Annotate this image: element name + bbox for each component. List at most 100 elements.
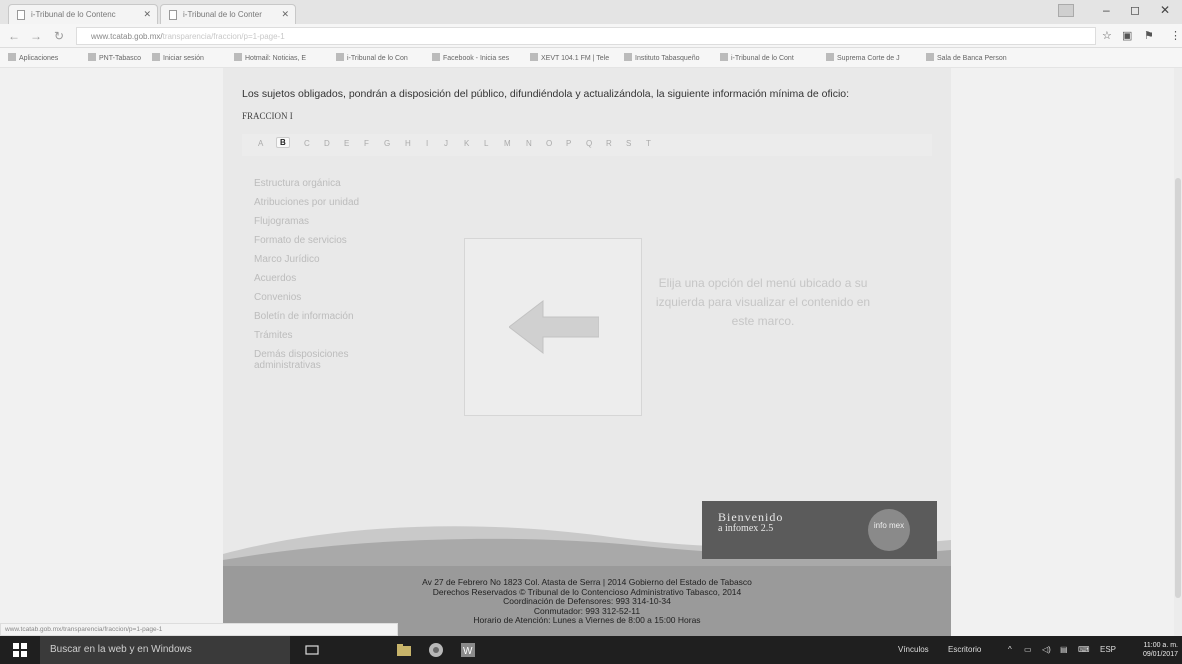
page-icon bbox=[720, 53, 728, 61]
apps-icon bbox=[8, 53, 16, 61]
notification-icon[interactable]: ▤ bbox=[1060, 645, 1068, 654]
scrollbar-thumb[interactable] bbox=[1175, 178, 1181, 598]
browser-tab-2[interactable]: i-Tribunal de lo Conter ✕ bbox=[160, 4, 296, 24]
arrow-left-icon bbox=[509, 299, 599, 355]
chrome-icon[interactable] bbox=[428, 642, 444, 658]
bookmark[interactable]: Sala de Banca Person bbox=[926, 53, 1007, 62]
infomex-banner[interactable]: Bienvenido a infomex 2.5 info mex bbox=[702, 501, 937, 559]
links-toolbar[interactable]: Vínculos bbox=[898, 645, 929, 654]
letter-link-n[interactable]: N bbox=[526, 139, 532, 148]
page-scrollbar[interactable] bbox=[1174, 68, 1182, 636]
browser-tab-1[interactable]: i-Tribunal de lo Contenc ✕ bbox=[8, 4, 158, 24]
bookmark[interactable]: Iniciar sesión bbox=[152, 53, 204, 62]
letter-link-q[interactable]: Q bbox=[586, 139, 592, 148]
reload-icon[interactable]: ↻ bbox=[54, 29, 64, 43]
menu-item-estructura[interactable]: Estructura orgánica bbox=[254, 174, 384, 193]
letter-link-i[interactable]: I bbox=[426, 139, 428, 148]
letter-link-t[interactable]: T bbox=[646, 139, 651, 148]
letter-link-m[interactable]: M bbox=[504, 139, 511, 148]
svg-text:W: W bbox=[463, 646, 473, 657]
page-content: Los sujetos obligados, pondrán a disposi… bbox=[0, 68, 1182, 636]
close-window-icon[interactable]: ✕ bbox=[1160, 3, 1170, 17]
letter-link-s[interactable]: S bbox=[626, 139, 631, 148]
letter-link-l[interactable]: L bbox=[484, 139, 488, 148]
close-icon[interactable]: ✕ bbox=[281, 9, 289, 20]
forward-icon[interactable]: → bbox=[30, 29, 42, 43]
menu-item-flujogramas[interactable]: Flujogramas bbox=[254, 212, 384, 231]
user-profile-icon[interactable] bbox=[1058, 4, 1074, 17]
windows-icon bbox=[152, 53, 160, 61]
scales-icon bbox=[826, 53, 834, 61]
close-icon[interactable]: ✕ bbox=[143, 9, 151, 20]
word-icon[interactable]: W bbox=[460, 642, 476, 658]
desktop-toolbar[interactable]: Escritorio bbox=[948, 645, 981, 654]
radio-icon bbox=[530, 53, 538, 61]
letter-link-k[interactable]: K bbox=[464, 139, 469, 148]
bookmark[interactable]: Instituto Tabasqueño bbox=[624, 53, 699, 62]
menu-item-atribuciones[interactable]: Atribuciones por unidad bbox=[254, 193, 384, 212]
menu-icon[interactable]: ⋮ bbox=[1170, 29, 1181, 42]
bookmark[interactable]: Suprema Corte de J bbox=[826, 53, 900, 62]
back-icon[interactable]: ← bbox=[8, 29, 20, 43]
menu-item-boletin[interactable]: Boletín de información bbox=[254, 307, 384, 326]
bookmark[interactable]: XEVT 104.1 FM | Tele bbox=[530, 53, 609, 62]
infomex-logo: info mex bbox=[868, 509, 910, 551]
network-icon[interactable]: ▭ bbox=[1024, 645, 1032, 654]
url-input[interactable]: www.tcatab.gob.mx/transparencia/fraccion… bbox=[76, 27, 1096, 45]
windows-taskbar: Buscar en la web y en Windows W Vínculos… bbox=[0, 636, 1182, 664]
menu-item-convenios[interactable]: Convenios bbox=[254, 288, 384, 307]
banner-line-2: a infomex 2.5 bbox=[718, 523, 774, 534]
institute-icon bbox=[624, 53, 632, 61]
section-menu: Estructura orgánica Atribuciones por uni… bbox=[254, 174, 384, 371]
minimize-icon[interactable]: – bbox=[1103, 3, 1110, 17]
intro-text: Los sujetos obligados, pondrán a disposi… bbox=[242, 88, 850, 100]
menu-item-tramites[interactable]: Trámites bbox=[254, 326, 384, 345]
bookmark[interactable]: i-Tribunal de lo Con bbox=[336, 53, 408, 62]
maximize-icon[interactable]: ◻ bbox=[1130, 3, 1140, 17]
bookmark[interactable]: PNT-Tabasco bbox=[88, 53, 141, 62]
clock-date: 09/01/2017 bbox=[1142, 651, 1178, 658]
letter-link-h[interactable]: H bbox=[405, 139, 411, 148]
facebook-icon bbox=[432, 53, 440, 61]
letter-link-b[interactable]: B bbox=[276, 137, 290, 148]
page-icon bbox=[336, 53, 344, 61]
bank-icon bbox=[926, 53, 934, 61]
bookmark[interactable]: Facebook - Inicia ses bbox=[432, 53, 509, 62]
letter-link-a[interactable]: A bbox=[258, 139, 263, 148]
letter-link-j[interactable]: J bbox=[444, 139, 448, 148]
translate-icon[interactable]: ⚑ bbox=[1144, 29, 1154, 42]
extension-icon[interactable]: ▣ bbox=[1122, 29, 1132, 42]
menu-item-formato-servicios[interactable]: Formato de servicios bbox=[254, 231, 384, 250]
taskbar-search-input[interactable]: Buscar en la web y en Windows bbox=[40, 636, 290, 664]
letter-link-g[interactable]: G bbox=[384, 139, 390, 148]
letter-link-e[interactable]: E bbox=[344, 139, 349, 148]
select-option-message: Elija una opción del menú ubicado a su i… bbox=[655, 276, 871, 328]
taskbar-clock[interactable]: 11:00 a. m. 09/01/2017 bbox=[1143, 641, 1178, 659]
task-view-icon[interactable] bbox=[304, 642, 320, 658]
page-icon bbox=[169, 10, 177, 20]
letter-link-o[interactable]: O bbox=[546, 139, 552, 148]
menu-item-marco-juridico[interactable]: Marco Jurídico bbox=[254, 250, 384, 269]
volume-icon[interactable]: ◁) bbox=[1042, 645, 1051, 654]
page-icon bbox=[88, 53, 96, 61]
letter-link-f[interactable]: F bbox=[364, 139, 369, 148]
letter-link-c[interactable]: C bbox=[304, 139, 310, 148]
letter-link-d[interactable]: D bbox=[324, 139, 330, 148]
mail-icon bbox=[234, 53, 242, 61]
bookmark[interactable]: i-Tribunal de lo Cont bbox=[720, 53, 794, 62]
letter-link-p[interactable]: P bbox=[566, 139, 571, 148]
footer-text: Av 27 de Febrero No 1823 Col. Atasta de … bbox=[223, 577, 951, 626]
tab-title: i-Tribunal de lo Conter bbox=[183, 10, 262, 19]
bookmarks-bar: Aplicaciones PNT-Tabasco Iniciar sesión … bbox=[0, 48, 1182, 68]
chevron-up-icon[interactable]: ^ bbox=[1008, 645, 1012, 654]
menu-item-acuerdos[interactable]: Acuerdos bbox=[254, 269, 384, 288]
star-icon[interactable]: ☆ bbox=[1102, 29, 1112, 42]
bookmark[interactable]: Hotmail: Noticias, E bbox=[234, 53, 306, 62]
letter-link-r[interactable]: R bbox=[606, 139, 612, 148]
keyboard-icon[interactable]: ⌨ bbox=[1078, 645, 1090, 654]
file-explorer-icon[interactable] bbox=[396, 642, 412, 658]
language-indicator[interactable]: ESP bbox=[1100, 645, 1116, 654]
windows-start-icon[interactable] bbox=[13, 643, 27, 657]
bookmark-apps[interactable]: Aplicaciones bbox=[8, 53, 58, 62]
menu-item-demas-disposiciones[interactable]: Demás disposiciones administrativas bbox=[254, 349, 384, 371]
